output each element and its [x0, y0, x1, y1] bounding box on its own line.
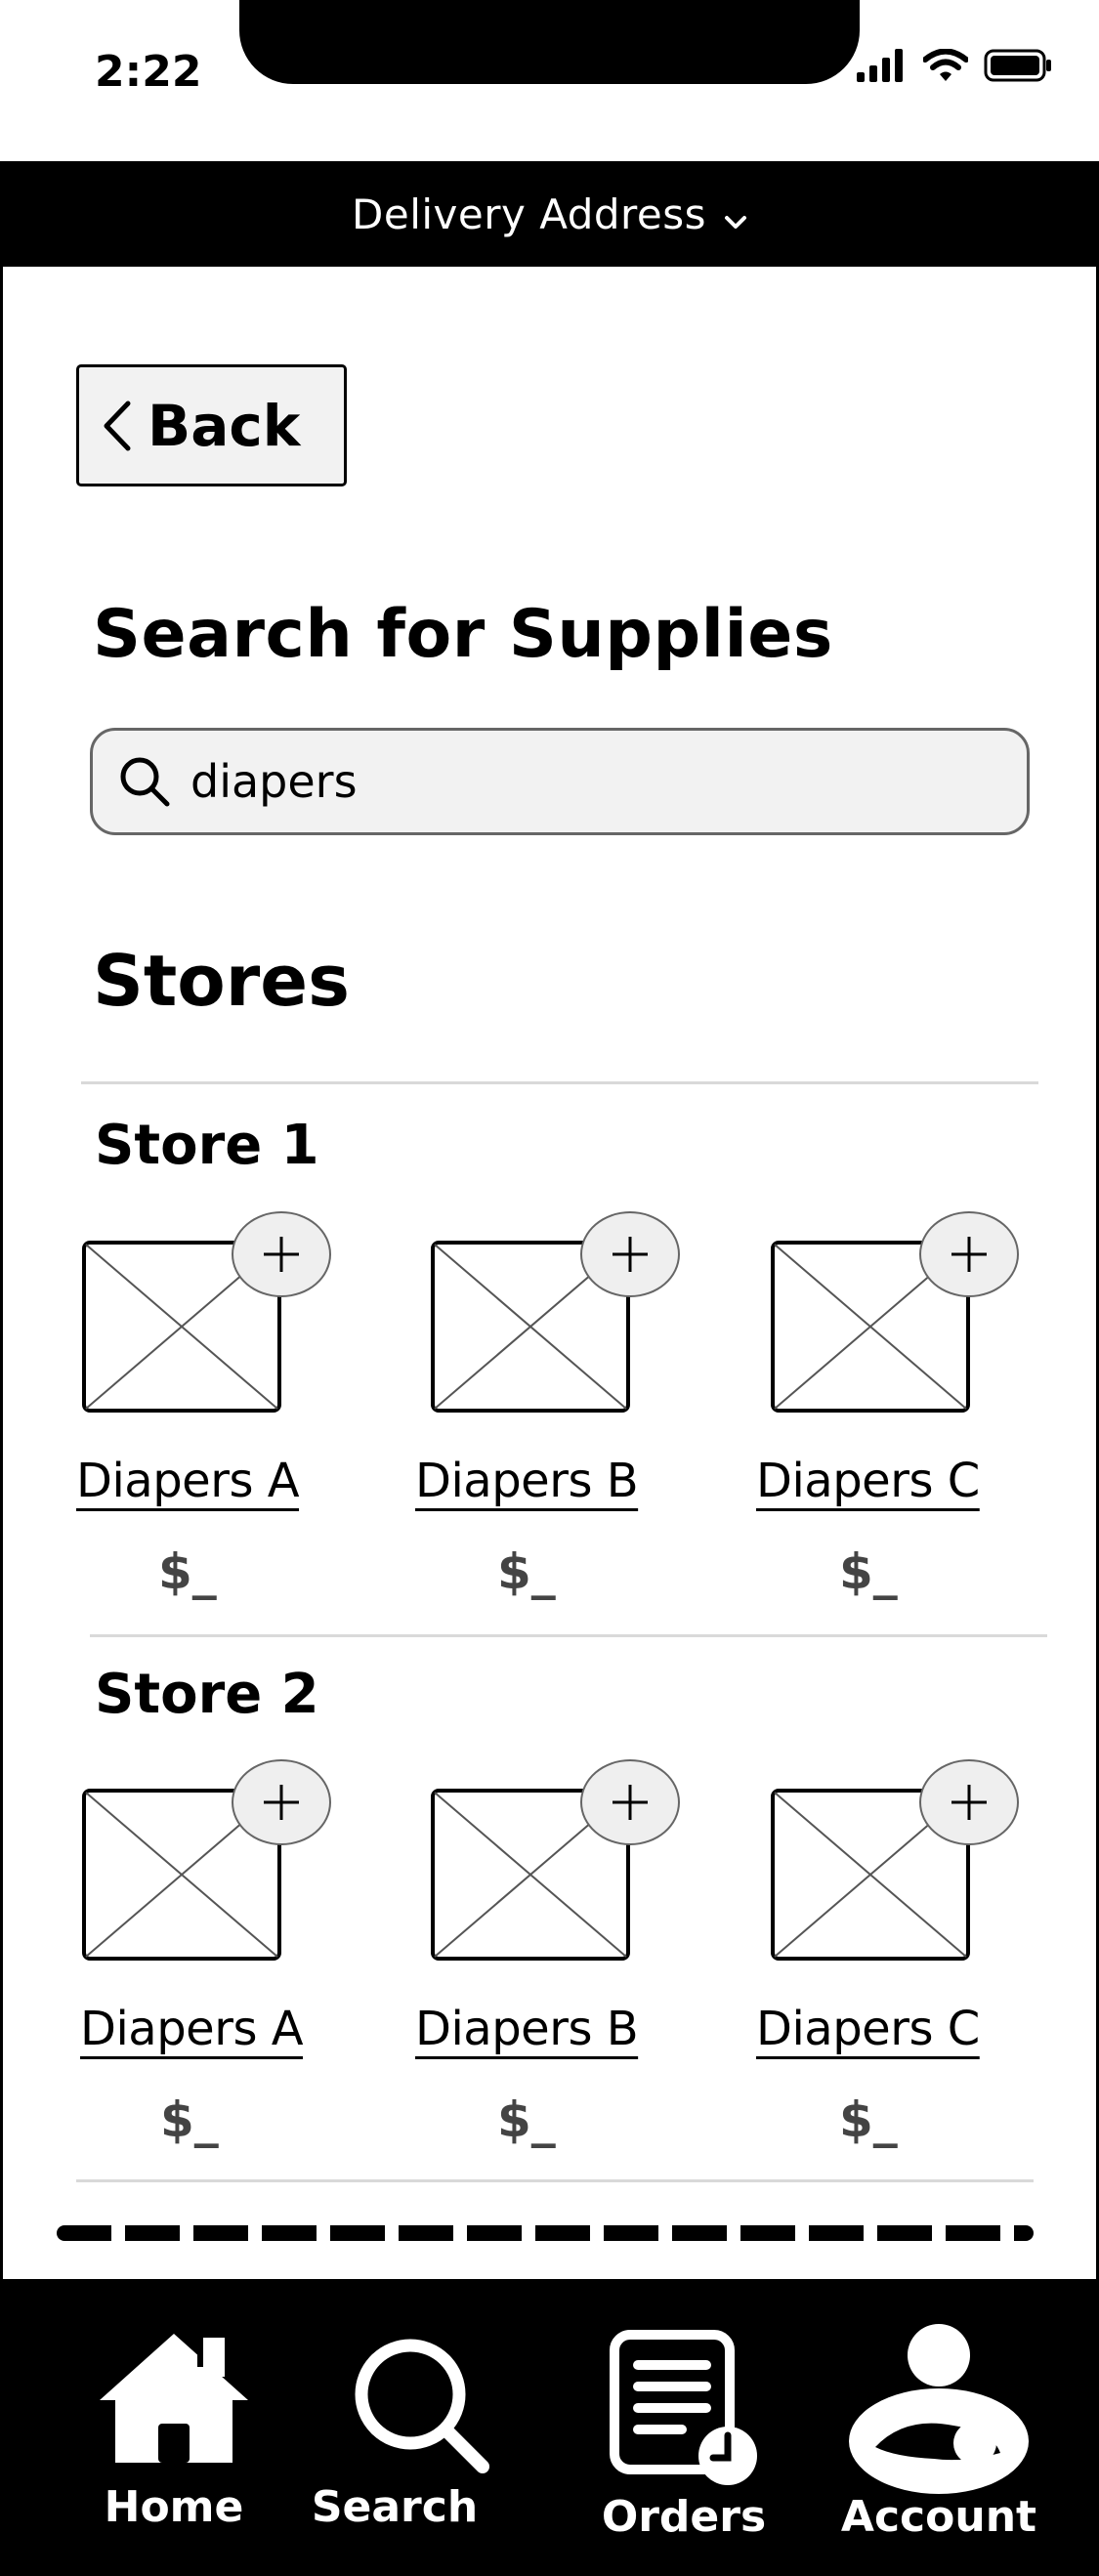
- plus-icon: [613, 1785, 648, 1820]
- more-results-indicator: [57, 2225, 1034, 2241]
- product-name-link[interactable]: Diapers A: [80, 2002, 304, 2056]
- back-button[interactable]: Back: [76, 364, 347, 486]
- nav-orders[interactable]: Orders: [596, 2279, 772, 2576]
- add-to-cart-button[interactable]: [580, 1759, 680, 1845]
- search-icon: [355, 2339, 489, 2473]
- search-field[interactable]: [90, 728, 1030, 835]
- product-price: $_: [497, 2091, 556, 2148]
- battery-icon: [984, 49, 1051, 82]
- nav-search[interactable]: Search: [305, 2279, 489, 2576]
- add-to-cart-button[interactable]: [919, 1759, 1019, 1845]
- plus-icon: [264, 1785, 299, 1820]
- status-icons: [857, 49, 1052, 82]
- product-name-link[interactable]: Diapers A: [76, 1454, 300, 1508]
- back-label: Back: [148, 392, 301, 459]
- nav-account-label: Account: [840, 2492, 1037, 2542]
- product-price: $_: [497, 1543, 556, 1600]
- add-to-cart-button[interactable]: [232, 1211, 331, 1297]
- plus-icon: [951, 1237, 987, 1272]
- nav-home[interactable]: Home: [88, 2279, 260, 2576]
- product-name-link[interactable]: Diapers C: [756, 2002, 980, 2056]
- product-price: $_: [839, 2091, 898, 2148]
- delivery-address-selector[interactable]: Delivery Address: [0, 161, 1099, 267]
- store-title: Store 1: [95, 1114, 319, 1177]
- account-icon: [849, 2324, 1029, 2494]
- divider: [90, 1634, 1047, 1637]
- product-price: $_: [160, 2091, 219, 2148]
- nav-account[interactable]: Account: [838, 2279, 1039, 2576]
- chevron-down-icon: [724, 216, 746, 229]
- store-title: Store 2: [95, 1663, 319, 1726]
- bottom-nav: Home Search Orders Account: [0, 2279, 1099, 2576]
- product-name-link[interactable]: Diapers B: [415, 2002, 639, 2056]
- plus-icon: [951, 1785, 987, 1820]
- divider: [76, 2179, 1034, 2182]
- wifi-icon: [923, 49, 968, 81]
- plus-icon: [264, 1237, 299, 1272]
- status-time: 2:22: [95, 47, 202, 97]
- device-notch: [239, 0, 860, 84]
- page-title: Search for Supplies: [93, 596, 833, 673]
- add-to-cart-button[interactable]: [919, 1211, 1019, 1297]
- divider: [81, 1081, 1038, 1084]
- chevron-left-icon: [104, 401, 131, 450]
- home-icon: [100, 2334, 248, 2463]
- delivery-address-label: Delivery Address: [352, 190, 706, 238]
- plus-icon: [613, 1237, 648, 1272]
- orders-icon: [610, 2330, 757, 2485]
- nav-search-label: Search: [311, 2482, 479, 2532]
- add-to-cart-button[interactable]: [580, 1211, 680, 1297]
- status-bar: 2:22: [0, 0, 1099, 161]
- stores-heading: Stores: [93, 940, 350, 1022]
- signal-icon: [857, 49, 903, 82]
- search-input[interactable]: [190, 755, 992, 808]
- product-price: $_: [839, 1543, 898, 1600]
- product-name-link[interactable]: Diapers B: [415, 1454, 639, 1508]
- product-price: $_: [158, 1543, 217, 1600]
- nav-orders-label: Orders: [601, 2492, 767, 2542]
- add-to-cart-button[interactable]: [232, 1759, 331, 1845]
- nav-home-label: Home: [104, 2482, 244, 2532]
- product-name-link[interactable]: Diapers C: [756, 1454, 980, 1508]
- search-icon: [120, 757, 170, 807]
